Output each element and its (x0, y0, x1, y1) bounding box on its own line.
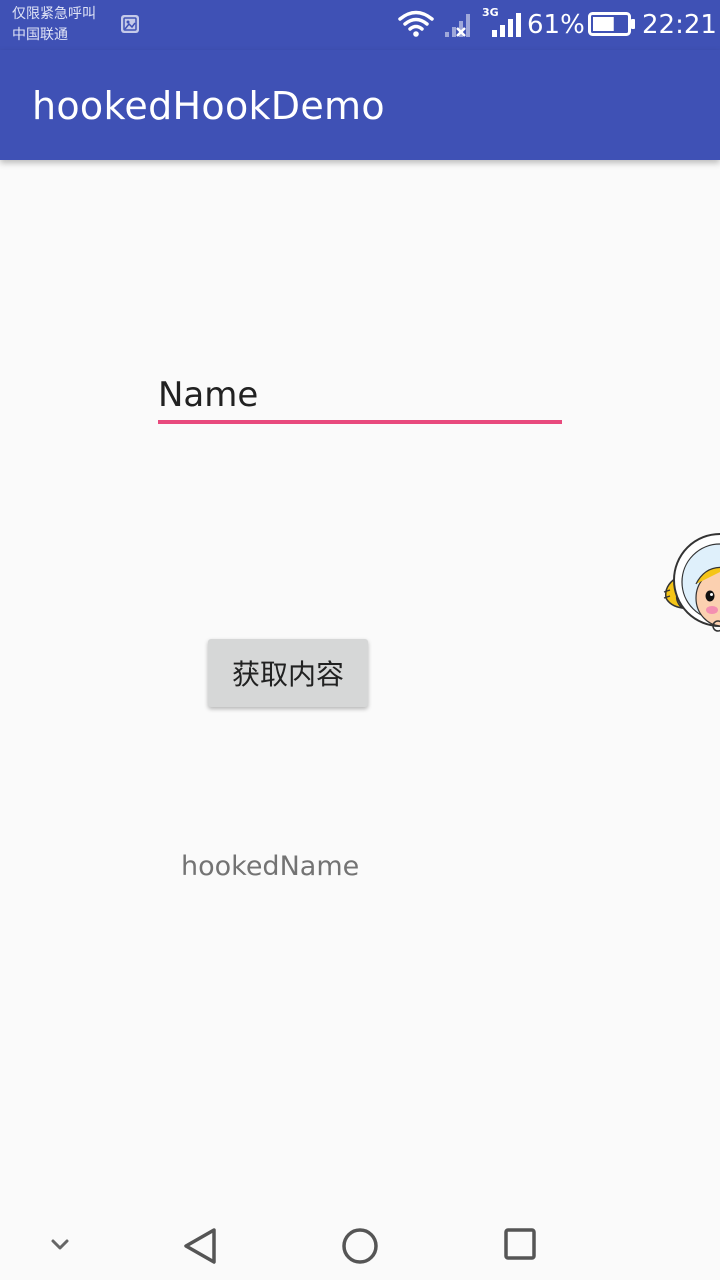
chevron-down-icon[interactable] (46, 1232, 74, 1256)
floating-mascot-icon[interactable] (662, 520, 720, 632)
signal-no-service-icon (445, 14, 470, 37)
app-bar: hookedHookDemo (0, 50, 720, 160)
status-bar: 仅限紧急呼叫 中国联通 3G 61% 22:21 (0, 0, 720, 50)
app-screen: 仅限紧急呼叫 中国联通 3G 61% 22:21 hookedHookDemo … (0, 0, 720, 1280)
back-icon[interactable] (178, 1226, 222, 1266)
carrier-line-2: 中国联通 (12, 27, 68, 43)
gallery-notification-icon (121, 15, 139, 33)
carrier-line-1: 仅限紧急呼叫 (12, 6, 96, 22)
hooked-name-text: hookedName (181, 851, 360, 882)
name-input[interactable] (158, 372, 562, 418)
recents-icon[interactable] (500, 1224, 540, 1264)
battery-icon (588, 12, 635, 36)
wifi-icon (398, 10, 434, 37)
name-field[interactable] (158, 372, 562, 426)
carrier-info: 仅限紧急呼叫 中国联通 (12, 4, 96, 46)
signal-3g-icon (492, 13, 521, 37)
app-title: hookedHookDemo (32, 84, 385, 128)
navigation-bar (0, 1208, 720, 1280)
get-content-button[interactable]: 获取内容 (208, 639, 368, 707)
clock: 22:21 (642, 10, 717, 40)
battery-percent: 61% (527, 10, 585, 40)
name-input-underline (158, 420, 562, 424)
home-icon[interactable] (338, 1224, 382, 1268)
